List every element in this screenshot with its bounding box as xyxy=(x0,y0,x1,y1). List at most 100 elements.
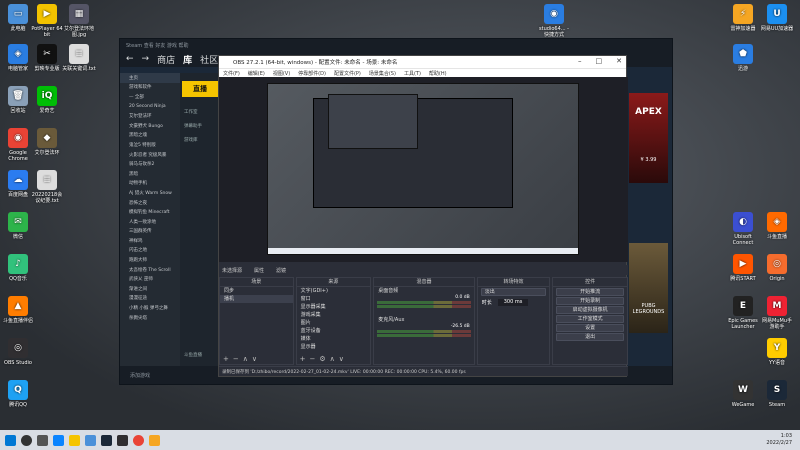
library-game-item[interactable]: 小精 小猴 弹弓之舞 xyxy=(120,303,180,313)
add-game-button[interactable]: 添加游戏 xyxy=(130,373,150,379)
library-game-item[interactable]: 火影忍者 究极风暴 xyxy=(120,150,180,160)
library-game-item[interactable]: 人类一败涂地 xyxy=(120,217,180,227)
desktop-icon[interactable]: ◈ 斗鱼直播 xyxy=(760,212,794,240)
desktop-icon[interactable]: ⚡ 雷神加速器 xyxy=(726,4,760,32)
maximize-icon[interactable]: □ xyxy=(596,57,603,65)
start-icon[interactable] xyxy=(5,434,16,446)
desktop-icon[interactable]: ♪ QQ音乐 xyxy=(1,254,35,282)
obs-icon[interactable] xyxy=(117,434,128,446)
nav-library[interactable]: 库 xyxy=(183,53,192,66)
source-item[interactable]: 游戏采集 xyxy=(297,311,371,319)
explorer-icon[interactable] xyxy=(69,434,80,446)
desktop-icon[interactable]: E Epic Games Launcher xyxy=(726,296,760,330)
source-item[interactable]: 蓝牙设备 xyxy=(297,327,371,335)
library-game-item[interactable]: 骑马与砍杀2 xyxy=(120,159,180,169)
back-icon[interactable]: ← xyxy=(126,54,134,64)
desktop-icon[interactable]: ◎ Origin xyxy=(760,254,794,282)
source-controls[interactable]: +−⚙∧∨ xyxy=(297,355,371,364)
transition-select[interactable]: 淡出 xyxy=(480,288,547,296)
library-game-item[interactable]: 文豪野犬 Bungo xyxy=(120,121,180,131)
control-button[interactable]: 开始录制 xyxy=(556,297,624,305)
source-item[interactable]: 显示器 xyxy=(297,343,371,351)
source-item[interactable]: 窗口 xyxy=(297,295,371,303)
task-view-icon[interactable] xyxy=(37,434,48,446)
library-game-item[interactable]: 三国群英传 xyxy=(120,227,180,237)
mid-item[interactable]: 弹幕助手 xyxy=(180,119,220,133)
desktop-icon[interactable]: ⬟ 迅游 xyxy=(726,44,760,72)
control-button[interactable]: 开始推流 xyxy=(556,288,624,296)
library-game-item[interactable]: 跑跑大师 xyxy=(120,255,180,265)
desktop-icon[interactable]: ◆ 艾尔登法环 xyxy=(30,128,64,156)
obs-menu-item[interactable]: 视图(V) xyxy=(273,70,290,77)
library-filter[interactable]: 游戏和软件 xyxy=(120,83,180,93)
obs-menu-item[interactable]: 场景集合(S) xyxy=(369,70,396,77)
source-item[interactable]: 文字(GDI+) xyxy=(297,287,371,295)
desktop-icon[interactable]: ◎ OBS Studio xyxy=(1,338,35,366)
desktop-icon[interactable]: ▦ 艾尔登法环地图.jpg xyxy=(62,4,96,38)
source-item[interactable]: 图片 xyxy=(297,319,371,327)
duration-input[interactable]: 300 ms xyxy=(497,299,529,306)
steam-menu-label[interactable]: Steam 查看 好友 游戏 帮助 xyxy=(126,42,189,49)
library-game-item[interactable]: 神样鸡 xyxy=(120,236,180,246)
obs-menu-item[interactable]: 文件(F) xyxy=(223,70,240,77)
library-game-item[interactable]: 动物手机 xyxy=(120,179,180,189)
library-game-item[interactable]: 渐进之间 xyxy=(120,284,180,294)
library-home[interactable]: 主页 xyxy=(120,73,180,83)
filters-button[interactable]: 滤镜 xyxy=(276,267,286,274)
obs-menu-item[interactable]: 停靠部件(D) xyxy=(298,70,326,77)
source-item[interactable]: 显示器采集 xyxy=(297,303,371,311)
obs-menu-item[interactable]: 工具(T) xyxy=(404,70,421,77)
desktop-icon[interactable]: ▶ PotPlayer 64 bit xyxy=(30,4,64,38)
desktop-icon[interactable]: ▲ 斗鱼直播伴侣 xyxy=(1,296,35,324)
library-game-item[interactable]: 模拟钓鱼 Minecraft xyxy=(120,207,180,217)
library-game-item[interactable]: 武侠乂 巫师 xyxy=(120,274,180,284)
mid-item[interactable]: 游戏库 xyxy=(180,133,220,147)
source-item[interactable]: 媒体 xyxy=(297,335,371,343)
library-game-item[interactable]: 20 Second Ninja xyxy=(120,102,180,112)
library-game-item[interactable]: 恐怖之夜 xyxy=(120,198,180,208)
obs-window[interactable]: OBS 27.2.1 (64-bit, windows) - 配置文件: 未命名… xyxy=(218,55,628,377)
library-all[interactable]: — 全部 xyxy=(120,92,180,102)
control-button[interactable]: 启动虚拟摄像机 xyxy=(556,306,624,314)
scene-item[interactable]: 播机 xyxy=(220,295,293,303)
desktop-icon[interactable]: U 网易UU加速器 xyxy=(760,4,794,32)
library-game-item[interactable]: 闪击之地 xyxy=(120,246,180,256)
obs-preview[interactable] xyxy=(219,77,628,262)
library-game-item[interactable]: 太吾绘卷 The Scroll xyxy=(120,265,180,275)
clock[interactable]: 1:03 2022/2/27 xyxy=(766,433,792,447)
mid-item[interactable]: 工作室 xyxy=(180,105,220,119)
mid-item[interactable]: 斗鱼直播 xyxy=(180,348,206,362)
desktop-icon[interactable]: ▶ 腾讯START xyxy=(726,254,760,282)
desktop-icon[interactable]: iQ 爱奇艺 xyxy=(30,86,64,114)
desktop-icon[interactable]: M 网易MuMu手游助手 xyxy=(760,296,794,330)
desktop-icon[interactable]: ≡ 关联关键词.txt xyxy=(62,44,96,72)
desktop-icon[interactable]: Q 腾讯QQ xyxy=(1,380,35,408)
desktop-icon[interactable]: W WeGame xyxy=(726,380,760,408)
store-icon[interactable] xyxy=(85,434,96,446)
obs-menu-item[interactable]: 帮助(H) xyxy=(429,70,447,77)
forward-icon[interactable]: → xyxy=(142,54,150,64)
library-game-item[interactable]: Aj 猎火 Warm Snow xyxy=(120,188,180,198)
library-game-item[interactable]: 漫漫征途 xyxy=(120,294,180,304)
desktop-icon[interactable]: ✉ 微信 xyxy=(1,212,35,240)
control-button[interactable]: 工作室模式 xyxy=(556,315,624,323)
library-game-item[interactable]: 艾尔登法环 xyxy=(120,111,180,121)
obs-menu-item[interactable]: 编辑(E) xyxy=(248,70,265,77)
minimize-icon[interactable]: – xyxy=(578,57,582,65)
desktop-icon[interactable]: ✂ 剪映专业版 xyxy=(30,44,64,72)
scene-item[interactable]: 同步 xyxy=(220,287,293,295)
steam-icon[interactable] xyxy=(101,434,112,446)
library-game-item[interactable]: 黑暗之魂 xyxy=(120,131,180,141)
control-button[interactable]: 退出 xyxy=(556,333,624,341)
edge-icon[interactable] xyxy=(53,434,64,446)
desktop-icon[interactable]: ≡ 20220218会议纪要.txt xyxy=(30,170,64,204)
desktop-icon[interactable]: S Steam xyxy=(760,380,794,408)
close-icon[interactable]: ✕ xyxy=(616,57,622,65)
scene-controls[interactable]: +−∧∨ xyxy=(220,355,293,364)
nav-community[interactable]: 社区 xyxy=(200,53,218,66)
library-game-item[interactable]: 黑暗 xyxy=(120,169,180,179)
library-game-item[interactable]: 杀戮尖塔 xyxy=(120,313,180,323)
obs-menu-item[interactable]: 配置文件(P) xyxy=(334,70,361,77)
apex-ad[interactable]: APEX ¥ 3.99 xyxy=(629,93,668,183)
desktop-icon[interactable]: ◐ Ubisoft Connect xyxy=(726,212,760,246)
